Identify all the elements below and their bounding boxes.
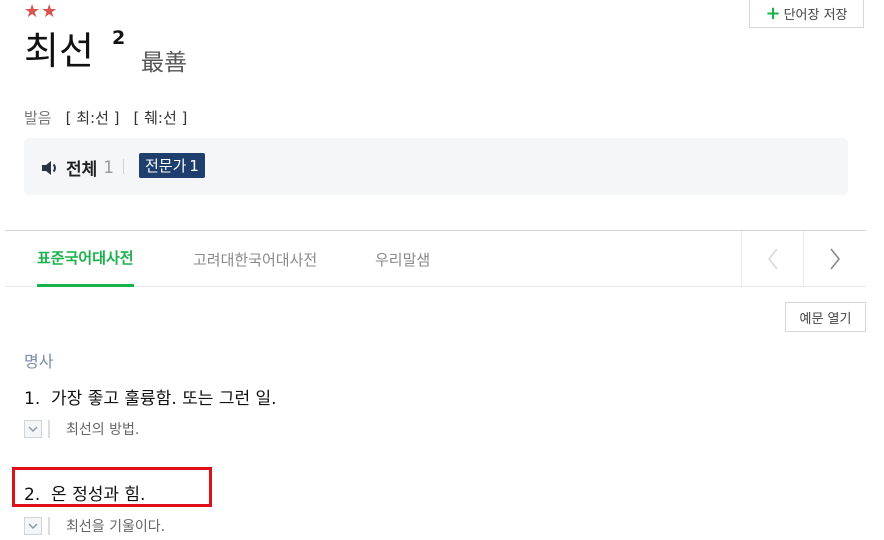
- expert-count: 1: [189, 156, 199, 175]
- audio-all-label: 전체: [66, 160, 98, 180]
- example-divider: [48, 517, 50, 535]
- tab-next-button[interactable]: [803, 231, 866, 287]
- highlight-box: [12, 467, 212, 507]
- expert-label: 전문가: [145, 157, 187, 175]
- sense-number: 1.: [24, 389, 41, 409]
- tab-standard-dictionary[interactable]: 표준국어대사전: [37, 231, 134, 287]
- audio-divider: [123, 159, 124, 174]
- example-expand-toggle[interactable]: [24, 517, 42, 535]
- sense-definition: 가장 좋고 훌륭함. 또는 그런 일.: [51, 389, 277, 409]
- chevron-right-icon: [830, 248, 841, 270]
- hanja-origin: 最善: [141, 50, 187, 76]
- pronunciation-audio-panel: 전체 1 전문가 1: [24, 138, 848, 195]
- example-text: 최선을 기울이다.: [66, 519, 166, 535]
- sense-1: 1. 가장 좋고 훌륭함. 또는 그런 일.: [24, 384, 277, 409]
- expert-audio-button[interactable]: 전문가 1: [139, 153, 205, 178]
- tab-prev-button[interactable]: [741, 231, 804, 287]
- part-of-speech: 명사: [24, 352, 54, 371]
- sense-2-example: 최선을 기울이다.: [24, 516, 165, 536]
- audio-all-button[interactable]: 전체 1: [40, 155, 114, 180]
- homonym-number: 2: [112, 27, 126, 49]
- pronunciation-row: 발음 [ 최:선 ] [ 췌:선 ]: [24, 107, 187, 128]
- speaker-icon: [42, 160, 56, 175]
- chevron-down-icon: [28, 523, 38, 529]
- example-text: 최선의 방법.: [66, 422, 140, 438]
- save-to-wordbook-button[interactable]: + 단어장 저장: [749, 0, 864, 28]
- dictionary-tabs: 표준국어대사전 고려대한국어대사전 우리말샘: [5, 230, 866, 287]
- open-examples-button[interactable]: 예문 열기: [785, 302, 866, 332]
- pronunciation-variant: [ 최:선 ]: [65, 109, 120, 127]
- example-expand-toggle[interactable]: [24, 420, 42, 438]
- audio-all-count: 1: [103, 157, 115, 178]
- save-button-label: 단어장 저장: [783, 8, 848, 23]
- chevron-left-icon: [767, 248, 778, 270]
- difficulty-stars: ★★: [24, 1, 59, 22]
- plus-icon: +: [765, 2, 781, 24]
- sense-1-example: 최선의 방법.: [24, 419, 139, 439]
- example-divider: [48, 420, 50, 438]
- headword: 최선: [24, 29, 94, 73]
- tab-korea-univ-dictionary[interactable]: 고려대한국어대사전: [193, 231, 317, 287]
- pronunciation-variant: [ 췌:선 ]: [133, 109, 188, 127]
- pronunciation-label: 발음: [24, 109, 52, 127]
- chevron-down-icon: [28, 426, 38, 432]
- tab-urimalsaem[interactable]: 우리말샘: [375, 231, 430, 287]
